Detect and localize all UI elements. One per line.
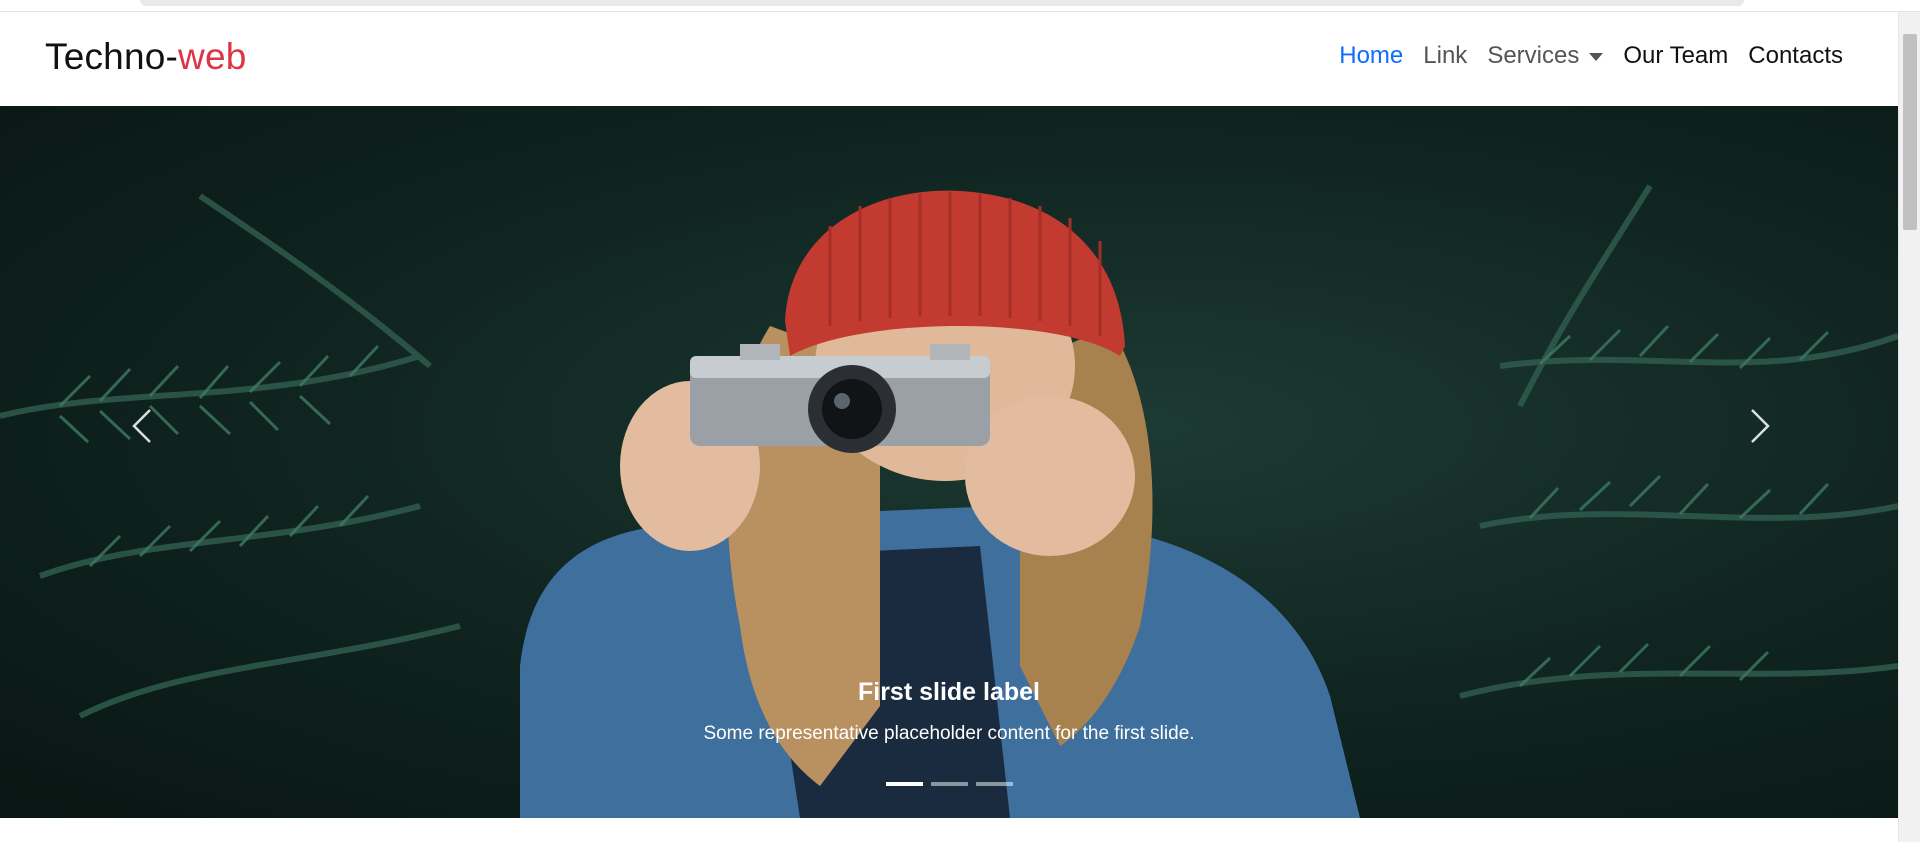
nav-our-team[interactable]: Our Team [1623, 42, 1728, 70]
carousel-indicator-1[interactable] [886, 782, 923, 786]
carousel-next-control[interactable] [1730, 396, 1790, 456]
nav-contacts[interactable]: Contacts [1748, 42, 1843, 70]
carousel-indicator-2[interactable] [931, 782, 968, 786]
scrollbar-thumb[interactable] [1903, 34, 1917, 230]
carousel-indicator-3[interactable] [976, 782, 1013, 786]
chevron-left-icon [132, 409, 151, 443]
carousel-prev-control[interactable] [112, 396, 172, 456]
hero-carousel: First slide label Some representative pl… [0, 106, 1898, 818]
brand-accent: web [178, 36, 247, 77]
slide-image [0, 184, 1898, 818]
brand-logo[interactable]: Techno-web [45, 36, 247, 78]
nav-services-label: Services [1487, 42, 1580, 69]
carousel-caption-text: Some representative placeholder content … [703, 723, 1195, 744]
page-scrollbar[interactable] [1898, 12, 1920, 842]
nav-links: Home Link Services Our Team Contacts [1339, 42, 1843, 70]
address-bar-edge [140, 0, 1744, 6]
nav-services-dropdown[interactable]: Services [1487, 42, 1604, 70]
browser-top-strip [0, 0, 1920, 12]
brand-prefix: Techno- [45, 36, 179, 77]
nav-home[interactable]: Home [1339, 42, 1403, 70]
chevron-right-icon [1751, 409, 1770, 443]
caret-down-icon [1589, 53, 1604, 61]
nav-link[interactable]: Link [1423, 42, 1467, 70]
carousel-caption-title: First slide label [857, 678, 1040, 706]
carousel-indicators [886, 782, 1013, 786]
navbar: Techno-web Home Link Services Our Team C… [0, 12, 1898, 106]
